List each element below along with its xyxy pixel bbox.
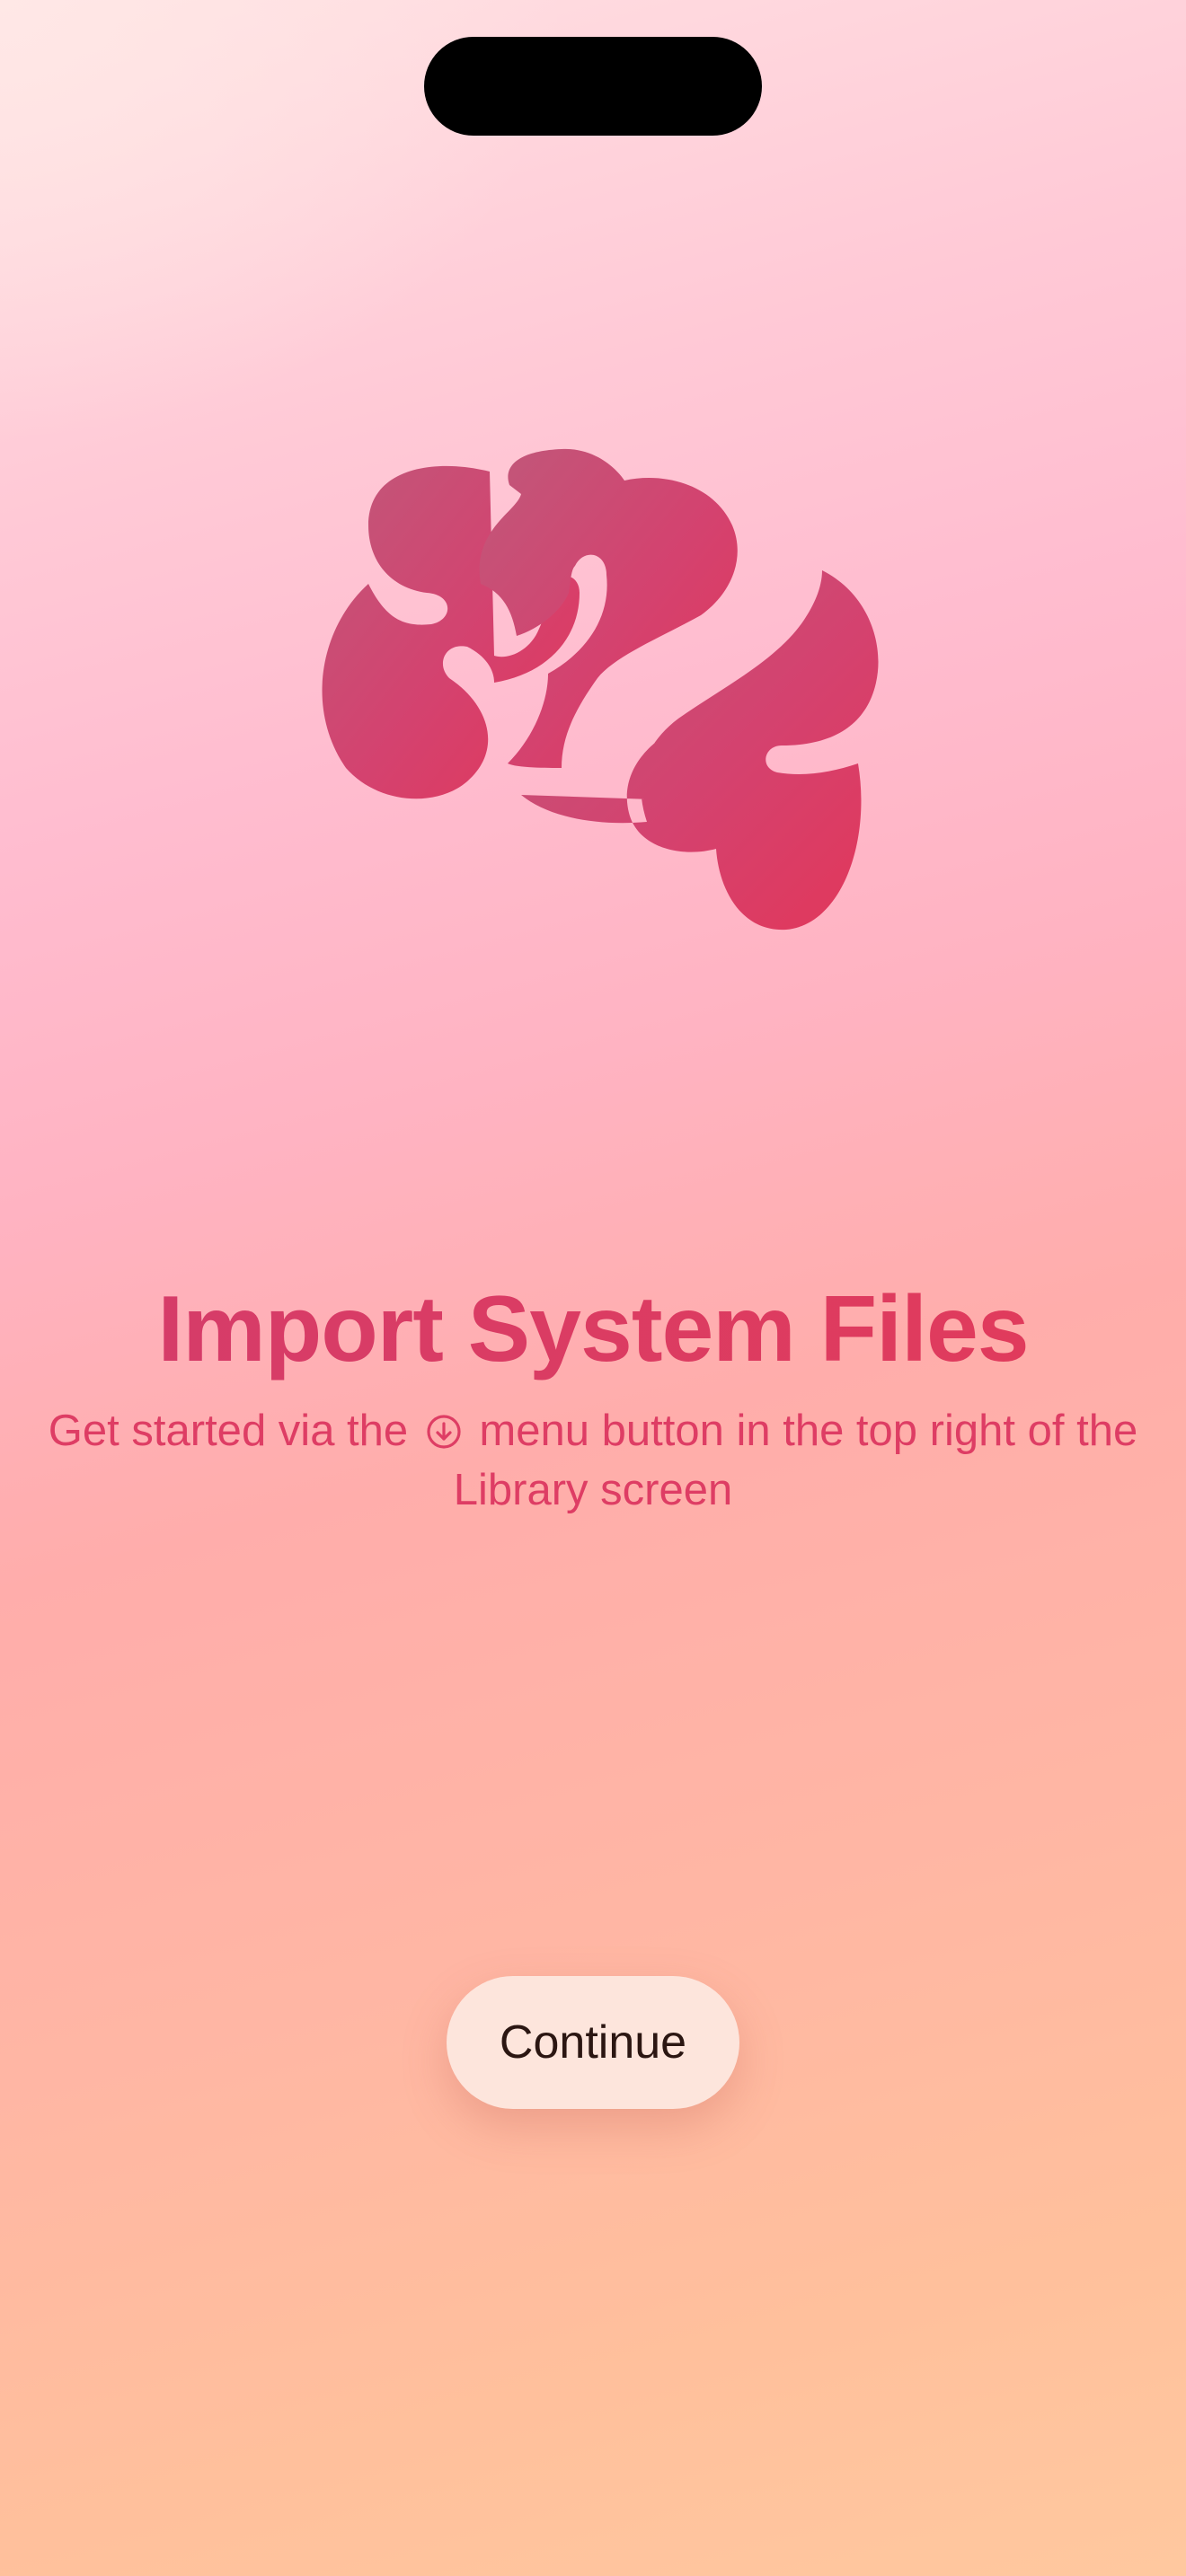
page-subtitle: Get started via the menu button in the t…	[36, 1401, 1150, 1520]
brain-icon	[301, 440, 885, 939]
dynamic-island	[424, 37, 762, 136]
continue-button[interactable]: Continue	[447, 1976, 739, 2109]
subtitle-text-start: Get started via the	[48, 1407, 409, 1455]
arrow-down-circle-icon	[426, 1414, 462, 1450]
page-title: Import System Files	[0, 1271, 1186, 1388]
subtitle-text-end: menu button in the top right of the Libr…	[453, 1407, 1138, 1514]
